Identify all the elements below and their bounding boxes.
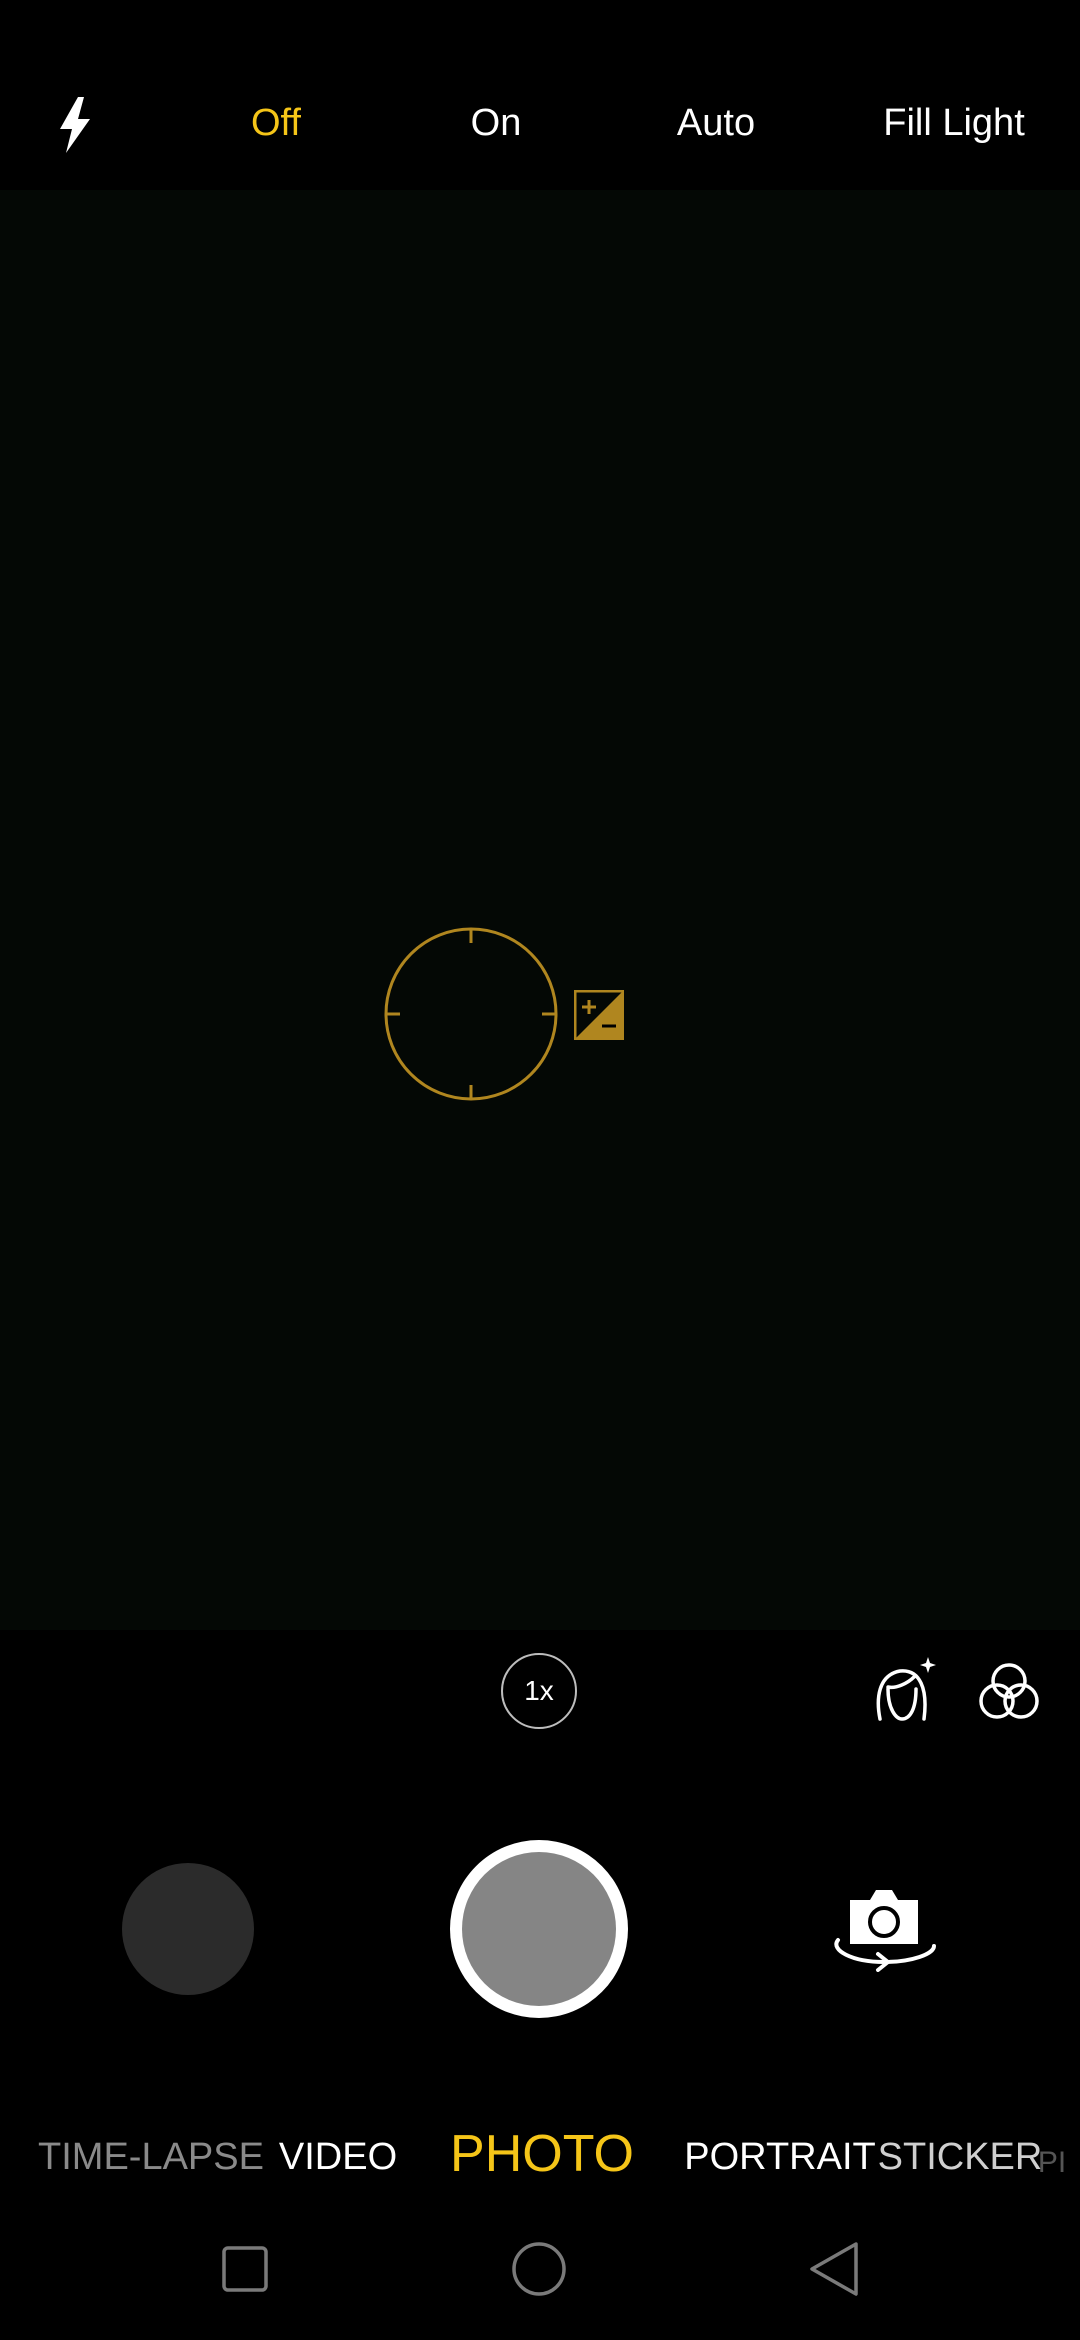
flash-option-auto[interactable]: Auto <box>677 98 755 148</box>
flash-option-off[interactable]: Off <box>251 98 301 148</box>
flash-icon[interactable] <box>50 95 100 155</box>
focus-reticle-icon <box>384 927 558 1101</box>
mode-more[interactable]: PI <box>1038 2141 1066 2185</box>
mode-photo[interactable]: PHOTO <box>450 2126 634 2182</box>
camera-viewfinder[interactable] <box>0 190 1080 1630</box>
mode-video[interactable]: VIDEO <box>279 2135 397 2179</box>
back-triangle-icon[interactable] <box>804 2240 862 2298</box>
gallery-thumbnail[interactable] <box>122 1863 254 1995</box>
flash-option-on[interactable]: On <box>471 98 522 148</box>
shutter-button[interactable] <box>450 1840 628 2018</box>
mode-sticker[interactable]: STICKER <box>878 2135 1043 2179</box>
switch-camera-icon[interactable] <box>822 1882 946 1972</box>
flash-option-fill-light[interactable]: Fill Light <box>883 98 1025 148</box>
exposure-compensation-icon[interactable] <box>574 990 624 1040</box>
flash-mode-bar: Off On Auto Fill Light <box>0 0 1080 190</box>
square-icon[interactable] <box>216 2240 274 2298</box>
mode-portrait[interactable]: PORTRAIT <box>684 2135 875 2179</box>
shutter-button-inner <box>462 1852 616 2006</box>
circle-icon[interactable] <box>510 2240 568 2298</box>
filter-icon[interactable] <box>976 1659 1042 1725</box>
zoom-button[interactable]: 1x <box>501 1653 577 1729</box>
mode-time-lapse[interactable]: TIME-LAPSE <box>38 2135 264 2179</box>
beauty-face-icon[interactable] <box>868 1655 938 1725</box>
